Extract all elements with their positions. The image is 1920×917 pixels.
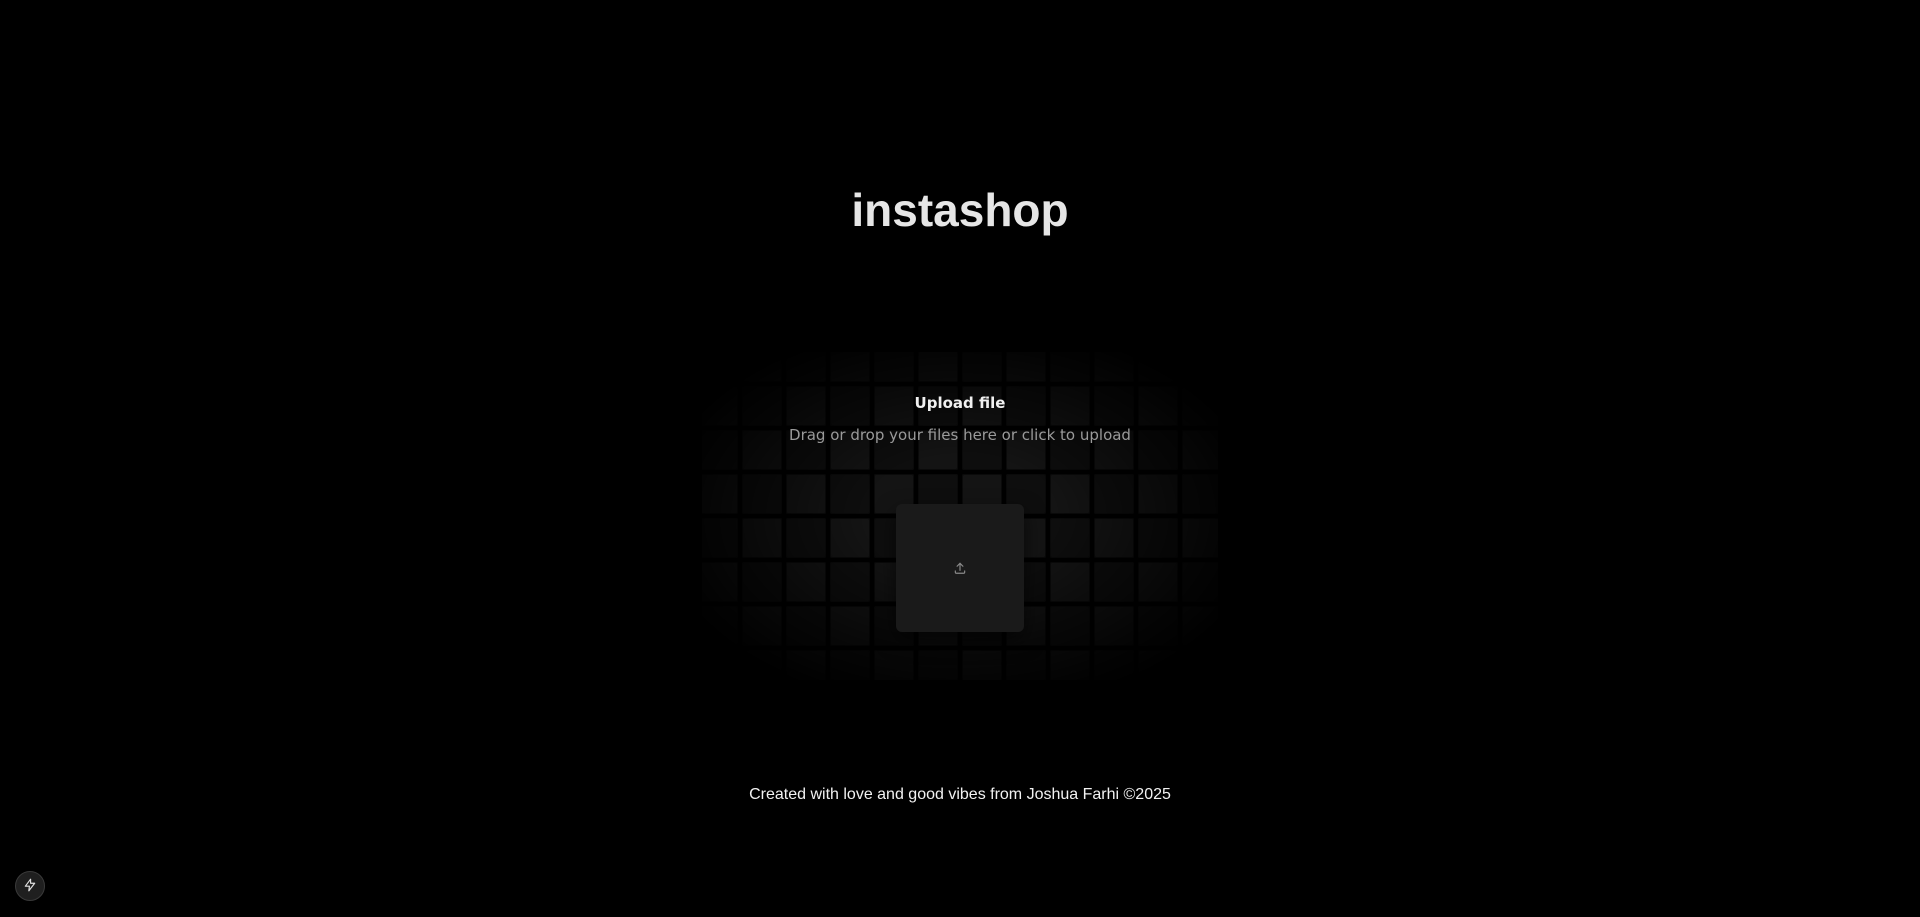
page-title: instashop <box>851 184 1069 236</box>
grid-cell <box>786 562 826 602</box>
grid-cell <box>918 650 958 680</box>
upload-icon <box>953 561 967 575</box>
file-upload-dropzone[interactable]: Upload file Drag or drop your files here… <box>702 352 1218 680</box>
grid-cell <box>786 606 826 646</box>
grid-cell <box>1182 562 1218 602</box>
grid-cell <box>1138 562 1178 602</box>
grid-cell <box>1094 474 1134 514</box>
grid-cell <box>830 352 870 382</box>
grid-cell <box>786 352 826 382</box>
grid-cell <box>1094 650 1134 680</box>
dev-tools-badge[interactable] <box>15 871 45 901</box>
grid-cell <box>1050 474 1090 514</box>
grid-cell <box>742 518 782 558</box>
grid-cell <box>1094 352 1134 382</box>
grid-cell <box>1182 606 1218 646</box>
grid-cell <box>918 352 958 382</box>
grid-cell <box>962 650 1002 680</box>
grid-cell <box>1094 562 1134 602</box>
grid-cell <box>830 518 870 558</box>
grid-cell <box>1050 650 1090 680</box>
grid-cell <box>702 606 738 646</box>
grid-cell <box>1138 518 1178 558</box>
grid-cell <box>1094 518 1134 558</box>
grid-cell <box>962 352 1002 382</box>
grid-cell <box>830 562 870 602</box>
grid-cell <box>742 352 782 382</box>
grid-cell <box>786 518 826 558</box>
lightning-bolt-icon <box>23 877 37 896</box>
upload-hint: Drag or drop your files here or click to… <box>789 426 1131 444</box>
grid-cell <box>1006 352 1046 382</box>
grid-cell <box>1050 606 1090 646</box>
grid-cell <box>1050 352 1090 382</box>
grid-cell <box>742 474 782 514</box>
grid-cell <box>830 474 870 514</box>
upload-button[interactable] <box>896 504 1024 632</box>
grid-cell <box>1182 518 1218 558</box>
upload-label: Upload file <box>914 394 1006 412</box>
grid-cell <box>742 650 782 680</box>
grid-cell <box>742 606 782 646</box>
grid-cell <box>830 650 870 680</box>
grid-cell <box>786 650 826 680</box>
grid-cell <box>1050 518 1090 558</box>
grid-cell <box>702 474 738 514</box>
grid-cell <box>1138 352 1178 382</box>
grid-cell <box>1138 606 1178 646</box>
grid-cell <box>702 518 738 558</box>
grid-cell <box>1050 562 1090 602</box>
footer-credit: Created with love and good vibes from Jo… <box>749 786 1171 803</box>
grid-cell <box>702 650 738 680</box>
grid-cell <box>1138 650 1178 680</box>
grid-cell <box>874 352 914 382</box>
grid-cell <box>786 474 826 514</box>
grid-cell <box>1006 650 1046 680</box>
grid-cell <box>1182 352 1218 382</box>
grid-cell <box>1138 474 1178 514</box>
grid-cell <box>742 562 782 602</box>
grid-cell <box>702 352 738 382</box>
grid-cell <box>1182 650 1218 680</box>
grid-cell <box>702 562 738 602</box>
grid-cell <box>874 650 914 680</box>
grid-cell <box>1094 606 1134 646</box>
grid-cell <box>1182 474 1218 514</box>
grid-cell <box>830 606 870 646</box>
